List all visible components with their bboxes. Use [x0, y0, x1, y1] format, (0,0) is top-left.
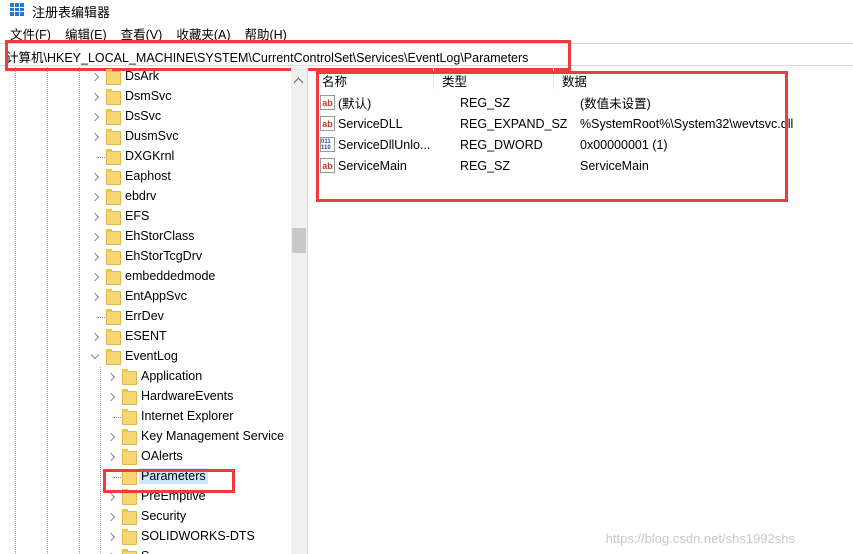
chevron-right-icon[interactable] — [106, 532, 116, 542]
tree-item[interactable]: SOLIDWORKS-DTS — [0, 527, 290, 547]
folder-icon — [106, 249, 121, 265]
chevron-right-icon[interactable] — [90, 192, 100, 202]
folder-icon — [122, 429, 137, 445]
folder-icon — [106, 269, 121, 285]
tree-item[interactable]: Internet Explorer — [0, 407, 290, 427]
chevron-right-icon[interactable] — [106, 372, 116, 382]
folder-icon — [106, 169, 121, 185]
tree-item[interactable]: EFS — [0, 207, 290, 227]
chevron-right-icon[interactable] — [90, 332, 100, 342]
highlight-box-parameters — [103, 469, 235, 493]
tree-item[interactable]: ErrDev — [0, 307, 290, 327]
tree-item-label: embeddedmode — [125, 269, 216, 283]
tree-item-label: Internet Explorer — [141, 409, 234, 423]
tree-item[interactable]: ESENT — [0, 327, 290, 347]
folder-icon — [122, 389, 137, 405]
folder-icon — [106, 309, 121, 325]
folder-icon — [122, 449, 137, 465]
chevron-right-icon[interactable] — [106, 392, 116, 402]
tree-item-label: ebdrv — [125, 189, 157, 203]
chevron-right-icon[interactable] — [90, 212, 100, 222]
tree-item[interactable]: HardwareEvents — [0, 387, 290, 407]
tree-item-label: EhStorTcgDrv — [125, 249, 203, 263]
tree-item[interactable]: DsArk — [0, 67, 290, 87]
tree-item[interactable]: Security — [0, 507, 290, 527]
tree-item[interactable]: Eaphost — [0, 167, 290, 187]
chevron-right-icon[interactable] — [106, 432, 116, 442]
tree-item[interactable]: Key Management Service — [0, 427, 290, 447]
tree-item-label: EhStorClass — [125, 229, 195, 243]
tree-item[interactable]: DusmSvc — [0, 127, 290, 147]
tree-item-label: DsArk — [125, 69, 160, 83]
tree-item-label: DsmSvc — [125, 89, 172, 103]
folder-icon — [106, 89, 121, 105]
tree-item-label: ErrDev — [125, 309, 164, 323]
tree-item[interactable]: embeddedmode — [0, 267, 290, 287]
tree-item[interactable]: EntAppSvc — [0, 287, 290, 307]
tree-item[interactable]: DXGKrnl — [0, 147, 290, 167]
tree-item-label: Key Management Service — [141, 429, 285, 443]
tree-item-label: DusmSvc — [125, 129, 179, 143]
tree-item[interactable]: DsmSvc — [0, 87, 290, 107]
folder-icon — [106, 349, 121, 365]
folder-icon — [122, 489, 137, 505]
chevron-right-icon[interactable] — [90, 72, 100, 82]
chevron-right-icon[interactable] — [90, 232, 100, 242]
chevron-right-icon[interactable] — [90, 112, 100, 122]
chevron-right-icon[interactable] — [90, 132, 100, 142]
tree-scrollbar[interactable] — [291, 67, 307, 554]
tree-item[interactable]: EhStorTcgDrv — [0, 247, 290, 267]
chevron-right-icon[interactable] — [90, 292, 100, 302]
watermark: https://blog.csdn.net/shs1992shs — [605, 531, 795, 546]
tree-item-label: DXGKrnl — [125, 149, 175, 163]
chevron-right-icon[interactable] — [90, 252, 100, 262]
highlight-box-values — [316, 71, 788, 202]
chevron-right-icon[interactable] — [90, 272, 100, 282]
folder-icon — [106, 289, 121, 305]
chevron-right-icon[interactable] — [90, 92, 100, 102]
tree-item[interactable]: Application — [0, 367, 290, 387]
tree-item-label: DsSvc — [125, 109, 162, 123]
tree-item-label: Application — [141, 369, 203, 383]
folder-icon — [106, 209, 121, 225]
folder-icon — [106, 329, 121, 345]
chevron-right-icon[interactable] — [90, 172, 100, 182]
tree-item-label: EntAppSvc — [125, 289, 187, 303]
folder-icon — [106, 129, 121, 145]
chevron-right-icon[interactable] — [106, 452, 116, 462]
window-title: 注册表编辑器 — [32, 5, 111, 20]
tree-item-label: Security — [141, 509, 187, 523]
tree-item-label: OAlerts — [141, 449, 183, 463]
folder-icon — [106, 109, 121, 125]
tree-item[interactable]: S — [0, 547, 290, 554]
tree-item-label: Eaphost — [125, 169, 171, 183]
tree-item-label: EFS — [125, 209, 150, 223]
folder-icon — [106, 189, 121, 205]
tree-item[interactable]: EventLog — [0, 347, 290, 367]
tree-item-label: S — [139, 548, 151, 554]
regedit-icon — [10, 3, 24, 16]
tree-item[interactable]: ebdrv — [0, 187, 290, 207]
tree-item-label: SOLIDWORKS-DTS — [141, 529, 255, 543]
scrollbar-thumb[interactable] — [292, 228, 306, 253]
title-bar: 注册表编辑器 — [0, 0, 853, 20]
folder-icon — [106, 149, 121, 165]
tree-item[interactable]: EhStorClass — [0, 227, 290, 247]
folder-icon — [122, 369, 137, 385]
tree-item[interactable]: OAlerts — [0, 447, 290, 467]
tree-item[interactable]: DsSvc — [0, 107, 290, 127]
folder-icon — [122, 409, 137, 425]
folder-icon — [122, 529, 137, 545]
folder-icon — [106, 229, 121, 245]
folder-icon — [122, 509, 137, 525]
chevron-right-icon[interactable] — [106, 492, 116, 502]
tree-item-label: EventLog — [125, 349, 178, 363]
folder-icon — [106, 69, 121, 85]
chevron-right-icon[interactable] — [106, 512, 116, 522]
chevron-down-icon[interactable] — [90, 350, 100, 360]
tree-item-label: HardwareEvents — [141, 389, 234, 403]
tree-item-label: ESENT — [125, 329, 167, 343]
